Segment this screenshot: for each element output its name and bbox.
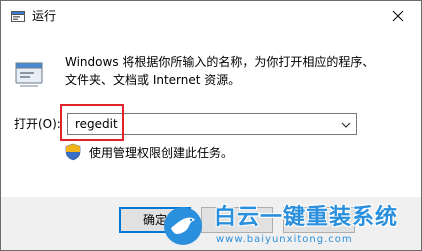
title-bar: 运行 (1, 1, 421, 31)
watermark-title: 白云一键重装系统 (214, 205, 399, 230)
close-icon (392, 10, 404, 22)
run-program-icon (14, 59, 44, 89)
run-dialog: 运行 Windows 将根据你所输入的名称，为你打开相应的程序、 文件夹、文档或… (0, 0, 422, 251)
uac-shield-icon (65, 143, 81, 161)
watermark-url: www.baiyunxitong.com (216, 234, 353, 245)
instructions-line-2: 文件夹、文档或 Internet 资源。 (65, 73, 241, 87)
watermark: 白云一键重装系统 www.baiyunxitong.com (162, 204, 421, 250)
open-label: 打开(O): (14, 117, 61, 131)
instructions-line-1: Windows 将根据你所输入的名称，为你打开相应的程序、 (65, 55, 375, 69)
close-button[interactable] (375, 1, 421, 31)
bird-logo-icon (162, 206, 204, 246)
instructions-text: Windows 将根据你所输入的名称，为你打开相应的程序、 文件夹、文档或 In… (65, 53, 405, 89)
highlight-box (60, 104, 124, 141)
chevron-down-icon[interactable] (339, 118, 353, 132)
window-title: 运行 (32, 9, 57, 23)
run-app-icon (11, 9, 25, 23)
admin-notice-text: 使用管理权限创建此任务。 (89, 146, 234, 160)
